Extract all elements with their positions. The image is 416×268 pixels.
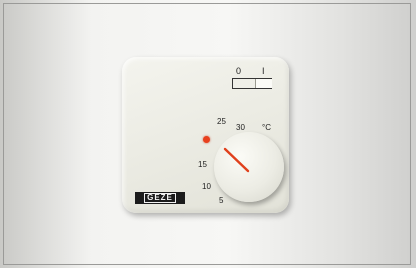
unit-label: °C [262,123,271,132]
scale-label-10: 10 [202,182,211,191]
scale-label-15: 15 [198,160,207,169]
switch-label-on: I [262,66,265,76]
scale-label-5: 5 [219,196,224,205]
scale-label-25: 25 [217,117,226,126]
rocker-switch-toggle[interactable] [255,79,272,88]
scale-label-30: 30 [236,123,245,132]
switch-label-off: 0 [236,66,242,76]
temperature-dial[interactable] [214,132,284,202]
indicator-led [203,136,210,143]
brand-logo: GEZE [135,192,185,204]
brand-logo-text: GEZE [144,193,176,203]
